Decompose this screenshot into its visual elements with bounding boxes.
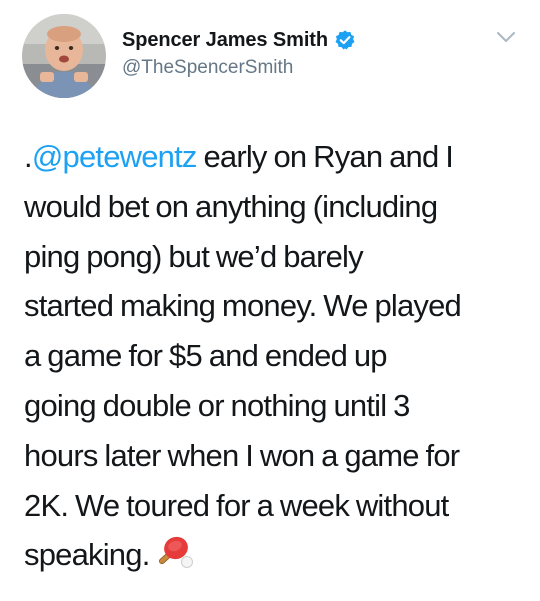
baby-photo-avatar-icon — [22, 14, 106, 98]
author-avatar[interactable] — [22, 14, 106, 98]
tweet-line: going double or nothing until 3 — [24, 387, 410, 423]
tweet-body: .@petewentz early on Ryan and I would be… — [24, 132, 524, 580]
mention-link[interactable]: @petewentz — [32, 139, 198, 174]
author-display-name[interactable]: Spencer James Smith — [122, 29, 328, 52]
tweet-line: a game for $5 and ended up — [24, 338, 388, 374]
tweet-line: hours later when I won a game for — [24, 437, 460, 473]
tweet-line: 2K. We toured for a week without — [24, 487, 449, 523]
tweet-line: would bet on anything (including — [24, 188, 438, 224]
tweet-card: Spencer James Smith @TheSpencerSmith .@p… — [0, 0, 540, 601]
ping-pong-emoji-icon — [154, 535, 196, 571]
mention-prefix: . — [24, 139, 33, 174]
author-info: Spencer James Smith @TheSpencerSmith — [122, 28, 356, 79]
tweet-line: .@petewentz early on Ryan and I — [24, 132, 524, 182]
verified-badge-icon — [334, 29, 356, 51]
author-name-row[interactable]: Spencer James Smith — [122, 28, 356, 52]
author-handle[interactable]: @TheSpencerSmith — [122, 57, 356, 79]
tweet-text-segment: early on Ryan and I — [196, 139, 454, 174]
tweet-line: speaking. — [24, 530, 524, 580]
tweet-line: started making money. We played — [24, 288, 462, 324]
chevron-down-icon[interactable] — [496, 30, 516, 44]
tweet-line: ping pong) but we’d barely — [24, 238, 364, 274]
tweet-text-segment: speaking. — [24, 537, 150, 573]
